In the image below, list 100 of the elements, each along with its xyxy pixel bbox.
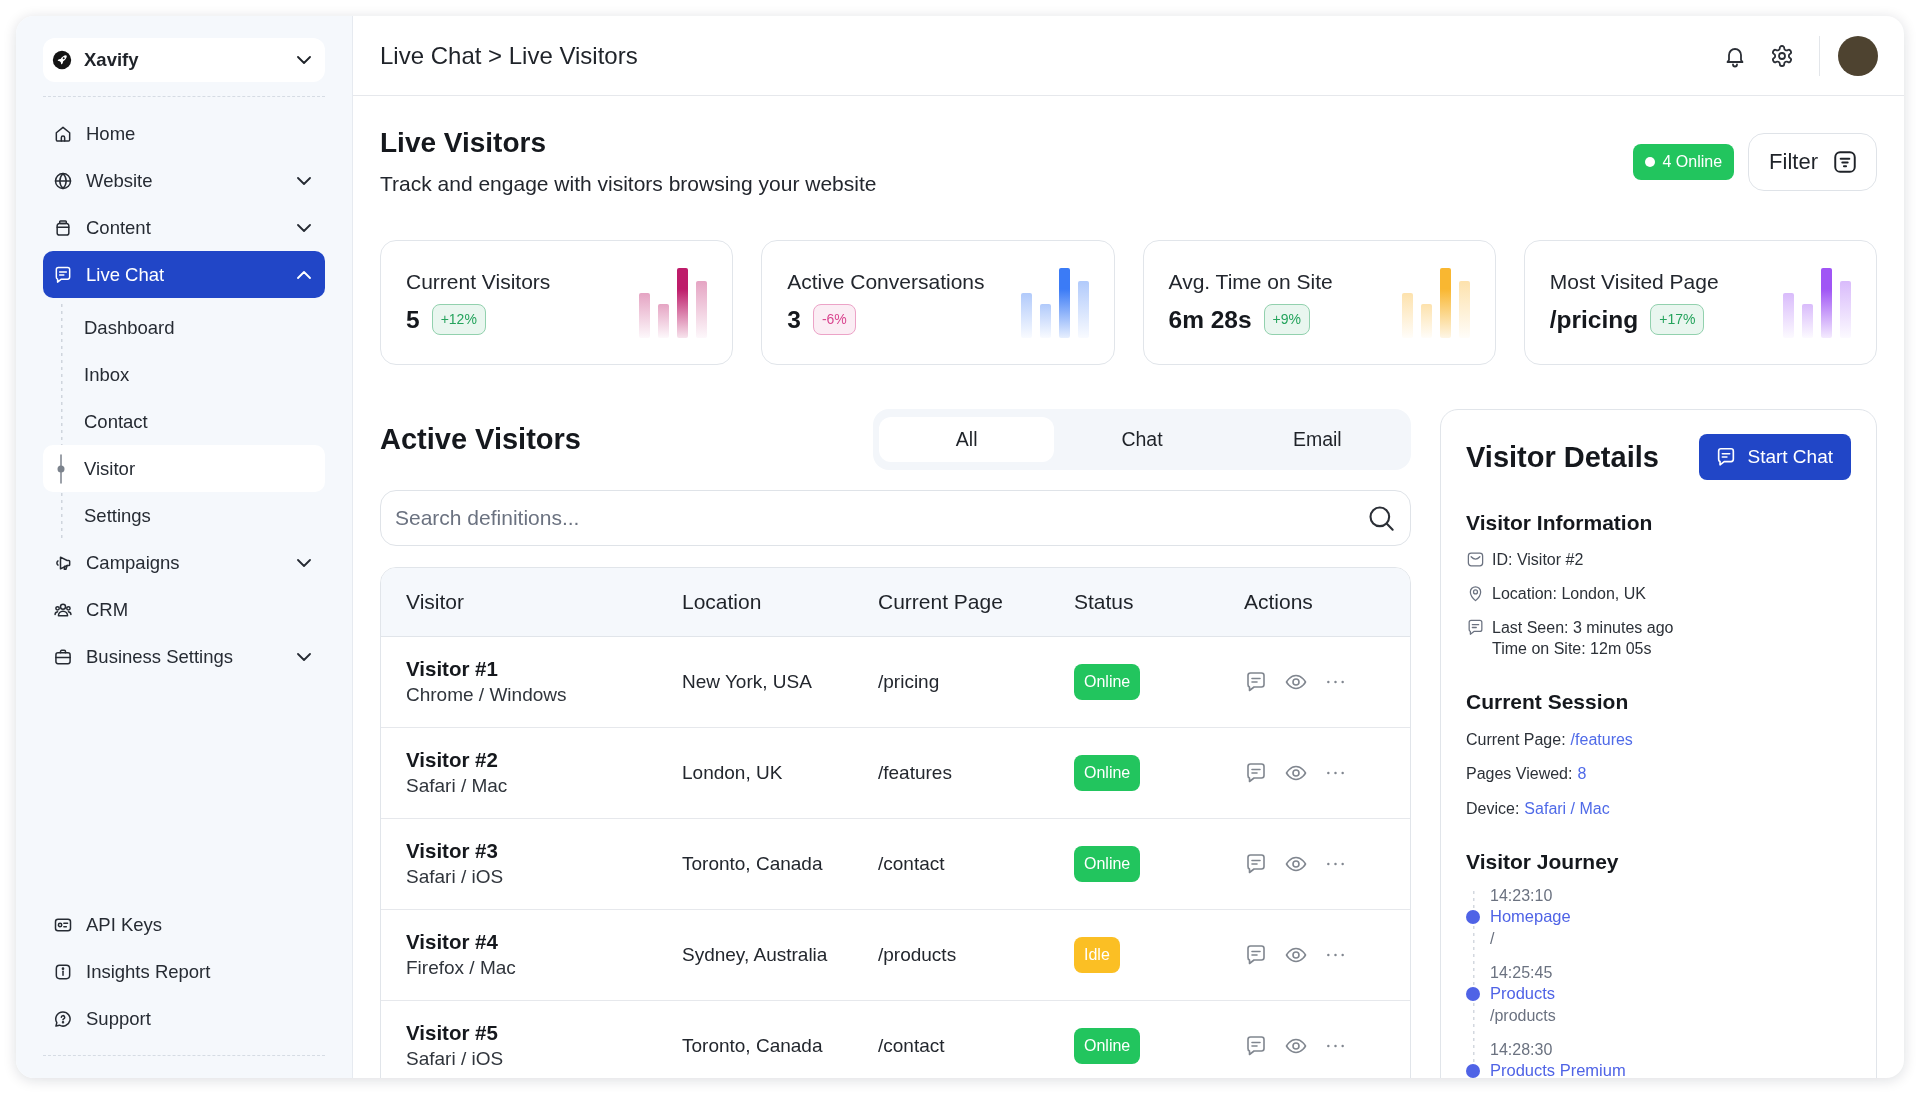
search-field[interactable]: Search definitions...	[380, 490, 1411, 546]
page-path: /products	[878, 944, 958, 966]
nav-item[interactable]: Home	[43, 110, 325, 157]
status-badge: Idle	[1074, 937, 1120, 973]
stat-value: 3	[787, 305, 801, 334]
nav-item[interactable]: API Keys	[43, 901, 325, 948]
nav-item[interactable]: Support	[43, 995, 325, 1042]
stat-label: Avg. Time on Site	[1168, 269, 1333, 295]
journey-page[interactable]: Products Premium	[1490, 1060, 1851, 1078]
visitor-name: Visitor #2	[406, 748, 499, 772]
location-text: Toronto, Canada	[682, 1035, 824, 1057]
column-header: Actions	[1244, 590, 1314, 614]
trend-badge: +17%	[1650, 304, 1705, 335]
settings-icon[interactable]	[1770, 43, 1794, 68]
column-header: Current Page	[878, 590, 1004, 614]
chat-icon[interactable]	[1244, 670, 1268, 694]
section-title: Active Visitors	[380, 423, 581, 456]
timeline-dot-icon	[1466, 909, 1480, 924]
stat-label: Active Conversations	[787, 269, 985, 295]
info-text: Location: London, UK	[1492, 584, 1646, 604]
info-text: Time on Site: 12m 05s	[1492, 639, 1653, 659]
chevron-down-icon	[297, 56, 311, 64]
info-text: Last Seen: 3 minutes ago	[1492, 618, 1674, 638]
filter-tab[interactable]: Chat	[1054, 417, 1230, 462]
status-badge: Online	[1074, 1028, 1141, 1064]
visitor-name: Visitor #3	[406, 839, 499, 863]
rocket-icon	[52, 50, 72, 70]
location-text: London, UK	[682, 762, 784, 784]
nav-subitem[interactable]: Contact	[43, 398, 325, 445]
status-dot-icon	[1644, 156, 1655, 167]
nav-item[interactable]: Business Settings	[43, 633, 325, 680]
chat-icon[interactable]	[1244, 761, 1268, 785]
visitor-browser: Safari / Mac	[406, 774, 509, 798]
trend-badge: -6%	[812, 304, 856, 335]
chart-bar	[1420, 303, 1432, 338]
visitor-name: Visitor #5	[406, 1021, 499, 1045]
nav-item[interactable]: Insights Report	[43, 948, 325, 995]
status-badge: Online	[1074, 755, 1141, 791]
chart-bar	[1458, 280, 1470, 338]
chat-icon[interactable]	[1244, 943, 1268, 967]
journey-time: 14:23:10	[1490, 885, 1554, 906]
chart-bar	[1401, 292, 1413, 338]
page-title: Live Visitors	[380, 126, 547, 160]
journey-time: 14:25:45	[1490, 962, 1554, 983]
chat-icon[interactable]	[1244, 1034, 1268, 1058]
session-value: Safari / Mac	[1524, 798, 1610, 819]
info-text: ID: Visitor #2	[1492, 550, 1584, 570]
timeline-dot-icon	[1466, 1063, 1480, 1078]
nav-subitem[interactable]: Inbox	[43, 351, 325, 398]
location-text: Sydney, Australia	[682, 944, 829, 966]
chart-bar	[1077, 280, 1089, 338]
search-icon[interactable]	[1367, 504, 1395, 532]
nav-item[interactable]: Content	[43, 204, 325, 251]
tree-marker-icon	[55, 453, 67, 484]
more-icon[interactable]	[1327, 953, 1344, 957]
section-heading: Current Session	[1466, 689, 1630, 715]
status-badge: Online	[1074, 846, 1141, 882]
filter-button[interactable]: Filter	[1748, 132, 1877, 191]
start-chat-button[interactable]: Start Chat	[1699, 434, 1851, 480]
chart-bar	[1020, 292, 1032, 338]
location-text: Toronto, Canada	[682, 853, 824, 875]
more-icon[interactable]	[1327, 680, 1344, 684]
visitor-name: Visitor #4	[406, 930, 499, 954]
journey-page[interactable]: Products	[1490, 983, 1851, 1005]
chat-icon[interactable]	[1244, 852, 1268, 876]
nav-subitem[interactable]: Settings	[43, 492, 325, 539]
avatar[interactable]	[1838, 35, 1878, 76]
page-path: /pricing	[878, 671, 941, 693]
more-icon[interactable]	[1327, 771, 1344, 775]
section-heading: Visitor Information	[1466, 510, 1654, 536]
stat-value: 5	[406, 305, 420, 334]
section-heading: Visitor Journey	[1466, 848, 1620, 875]
chart-bar	[658, 303, 670, 338]
nav-item[interactable]: Website	[43, 157, 325, 204]
stat-value: 6m 28s	[1168, 305, 1252, 334]
timeline-dot-icon	[1466, 986, 1480, 1001]
trend-badge: +12%	[431, 304, 486, 335]
session-label: Pages Viewed:	[1466, 764, 1573, 784]
breadcrumb: Live Chat > Live Visitors	[380, 41, 639, 70]
nav-item[interactable]: Live Chat	[43, 251, 325, 298]
column-header: Status	[1074, 590, 1135, 614]
help-icon	[53, 1008, 73, 1029]
more-icon[interactable]	[1327, 862, 1344, 866]
nav-subitem[interactable]: Visitor	[43, 445, 325, 492]
session-value: 8	[1577, 764, 1587, 784]
filter-tab[interactable]: All	[879, 417, 1055, 462]
filter-tab[interactable]: Email	[1229, 417, 1405, 462]
stat-value: /pricing	[1549, 305, 1639, 334]
more-icon[interactable]	[1327, 1044, 1344, 1048]
nav-subitem[interactable]: Dashboard	[43, 304, 325, 351]
page-path: /contact	[878, 853, 946, 875]
chart-bar	[1783, 292, 1794, 338]
journey-time: 14:28:30	[1490, 1039, 1554, 1060]
session-label: Device:	[1466, 798, 1520, 819]
column-header: Location	[682, 590, 763, 614]
status-badge: Online	[1074, 664, 1141, 700]
nav-item[interactable]: Campaigns	[43, 539, 325, 586]
nav-item[interactable]: CRM	[43, 586, 325, 633]
workspace-switcher[interactable]: Xavify	[43, 38, 325, 82]
journey-page[interactable]: Homepage	[1490, 906, 1851, 928]
